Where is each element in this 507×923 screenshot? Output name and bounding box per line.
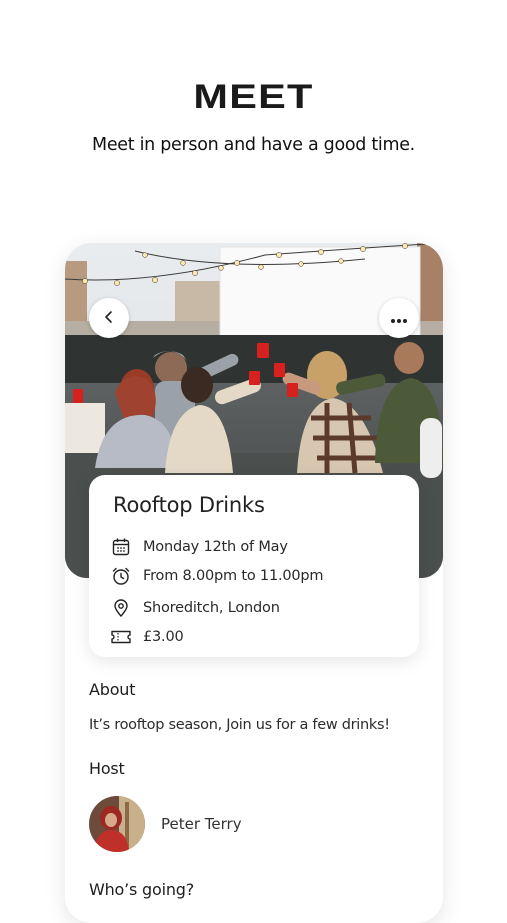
host-heading: Host xyxy=(89,759,125,778)
about-heading: About xyxy=(89,680,136,699)
event-date-row: Monday 12th of May xyxy=(109,535,288,559)
host-avatar[interactable] xyxy=(89,796,145,852)
whos-going-heading: Who’s going? xyxy=(89,880,195,899)
map-pin-icon xyxy=(109,596,133,620)
brand-logo: MEET xyxy=(193,78,314,116)
event-location-row: Shoreditch, London xyxy=(109,596,280,620)
event-time-row: From 8.00pm to 11.00pm xyxy=(109,564,324,588)
event-location: Shoreditch, London xyxy=(143,600,280,616)
host-name[interactable]: Peter Terry xyxy=(161,815,242,833)
more-horizontal-icon xyxy=(390,309,408,328)
back-button[interactable] xyxy=(89,298,129,338)
event-time: From 8.00pm to 11.00pm xyxy=(143,568,324,584)
event-title: Rooftop Drinks xyxy=(113,493,265,517)
event-price: £3.00 xyxy=(143,629,184,645)
tagline: Meet in person and have a good time. xyxy=(92,135,415,155)
event-date: Monday 12th of May xyxy=(143,539,288,555)
calendar-icon xyxy=(109,535,133,559)
ticket-icon xyxy=(109,625,133,649)
event-price-row: £3.00 xyxy=(109,625,184,649)
about-text: It’s rooftop season, Join us for a few d… xyxy=(89,717,390,733)
event-screen: Rooftop Drinks Monday 12th of May From 8… xyxy=(65,243,443,923)
more-options-button[interactable] xyxy=(379,298,419,338)
event-details-card: Rooftop Drinks Monday 12th of May From 8… xyxy=(89,475,419,657)
alarm-clock-icon xyxy=(109,564,133,588)
chevron-left-icon xyxy=(102,309,116,328)
